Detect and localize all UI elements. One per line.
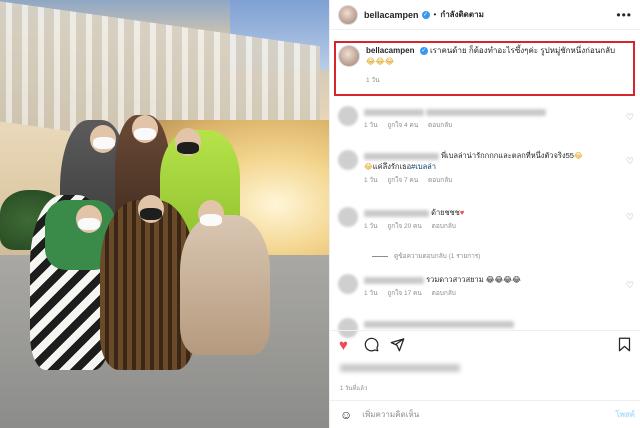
comment-likes[interactable]: ถูกใจ 4 คน <box>387 122 418 129</box>
heart-filled-icon[interactable]: ♥ <box>339 337 348 354</box>
post-time: 1 วันที่แล้ว <box>340 386 368 392</box>
face-mask <box>134 128 156 140</box>
header-username[interactable]: bellacampen <box>364 10 419 20</box>
comment-item: พี่เบลล่าน่ารักกกกและตลกที่หนึ่งตัวจริง5… <box>338 150 633 186</box>
redacted-text <box>364 320 514 328</box>
post-photo[interactable] <box>0 0 329 428</box>
post-caption: bellacampen ✓ เราคนด้าย ก็ต้องทำอะไรซึ้ง… <box>338 45 628 86</box>
comment-text: รวมดาวสาวสยาม 😂😂😂😂 <box>426 275 521 284</box>
comment-input[interactable]: เพิ่มความคิดเห็น <box>362 408 419 421</box>
comment-like-icon[interactable]: ♡ <box>626 112 634 123</box>
reply-button[interactable]: ตอบกลับ <box>432 290 456 297</box>
comment-likes[interactable]: ถูกใจ 17 คน <box>387 290 422 297</box>
caption-text: เราคนด้าย ก็ต้องทำอะไรซึ้งๆค่ะ รูปหมู่ชั… <box>429 46 616 55</box>
verified-badge-icon: ✓ <box>419 46 428 55</box>
view-replies-link[interactable]: ดูข้อความตอบกลับ (1 รายการ) <box>372 251 480 261</box>
comment-time: 1 วัน <box>364 223 378 230</box>
post-header: bellacampen ✓ • กำลังติดตาม ••• <box>330 0 640 30</box>
post-sidebar: bellacampen ✓ • กำลังติดตาม ••• bellacam… <box>329 0 640 428</box>
face-mask <box>200 214 222 226</box>
avatar[interactable] <box>338 274 358 294</box>
comment-time: 1 วัน <box>364 177 378 184</box>
laugh-emoji-icon: 😂 <box>364 162 373 171</box>
comment-item: ด้ายชชช♥ 1 วัน ถูกใจ 20 คน ตอบกลับ <box>338 207 633 232</box>
post-actions-bar: ♥ 1 วันที่แล้ว <box>330 330 640 400</box>
face-mask <box>177 142 199 154</box>
reply-button[interactable]: ตอบกลับ <box>428 177 452 184</box>
face-mask <box>78 218 100 230</box>
redacted-username <box>364 276 424 284</box>
avatar[interactable] <box>338 106 358 126</box>
replies-divider <box>372 255 388 257</box>
reply-button[interactable]: ตอบกลับ <box>428 122 452 129</box>
separator-dot: • <box>433 10 437 19</box>
comment-time: 1 วัน <box>364 122 378 129</box>
comment-text: พี่เบลล่าน่ารักกกกและตลกที่หนึ่งตัวจริง5… <box>441 151 574 160</box>
comment-icon[interactable] <box>364 337 379 356</box>
comment-likes[interactable]: ถูกใจ 20 คน <box>387 223 422 230</box>
redacted-username <box>364 108 424 116</box>
comment-like-icon[interactable]: ♡ <box>626 280 634 291</box>
emoji-icon[interactable]: ☺ <box>340 408 352 422</box>
comment-likes[interactable]: ถูกใจ 7 คน <box>387 177 418 184</box>
add-comment-bar: ☺ เพิ่มความคิดเห็น โพสต์ <box>330 400 640 428</box>
caption-time: 1 วัน <box>366 77 380 84</box>
reply-button[interactable]: ตอบกลับ <box>432 223 456 230</box>
comment-item: รวมดาวสาวสยาม 😂😂😂😂 1 วัน ถูกใจ 17 คน ตอบ… <box>338 274 633 299</box>
caption-username[interactable]: bellacampen <box>366 46 414 55</box>
comment-like-icon[interactable]: ♡ <box>626 156 634 167</box>
comment-item: 1 วัน ถูกใจ 4 คน ตอบกลับ <box>338 106 633 131</box>
more-options-icon[interactable]: ••• <box>616 8 632 22</box>
avatar[interactable] <box>338 45 360 67</box>
avatar[interactable] <box>338 4 358 25</box>
face-mask <box>93 137 115 149</box>
avatar[interactable] <box>338 150 358 170</box>
person-figure <box>180 215 270 355</box>
laugh-emoji-icon: 😂 <box>573 151 583 160</box>
comment-text-line2: แค่ลึงรักเธอ <box>372 162 412 171</box>
following-button[interactable]: กำลังติดตาม <box>440 8 484 21</box>
redacted-username <box>364 209 429 217</box>
likes-count-redacted <box>340 364 460 372</box>
avatar[interactable] <box>338 207 358 227</box>
face-mask <box>140 208 162 220</box>
bookmark-icon[interactable] <box>618 337 631 356</box>
caption-emoji: 😂😂😂 <box>366 57 395 66</box>
comment-text: ด้ายชชช <box>431 208 460 217</box>
post-comment-button[interactable]: โพสต์ <box>615 408 635 421</box>
verified-badge-icon: ✓ <box>421 10 430 19</box>
comment-like-icon[interactable]: ♡ <box>626 212 634 223</box>
comment-time: 1 วัน <box>364 290 378 297</box>
redacted-text <box>426 108 547 116</box>
hashtag-link[interactable]: #เบลล่า <box>411 162 436 171</box>
view-replies-label: ดูข้อความตอบกลับ (1 รายการ) <box>394 253 481 260</box>
send-icon[interactable] <box>390 337 405 356</box>
redacted-username <box>364 152 439 160</box>
heart-emoji-icon: ♥ <box>459 208 465 217</box>
